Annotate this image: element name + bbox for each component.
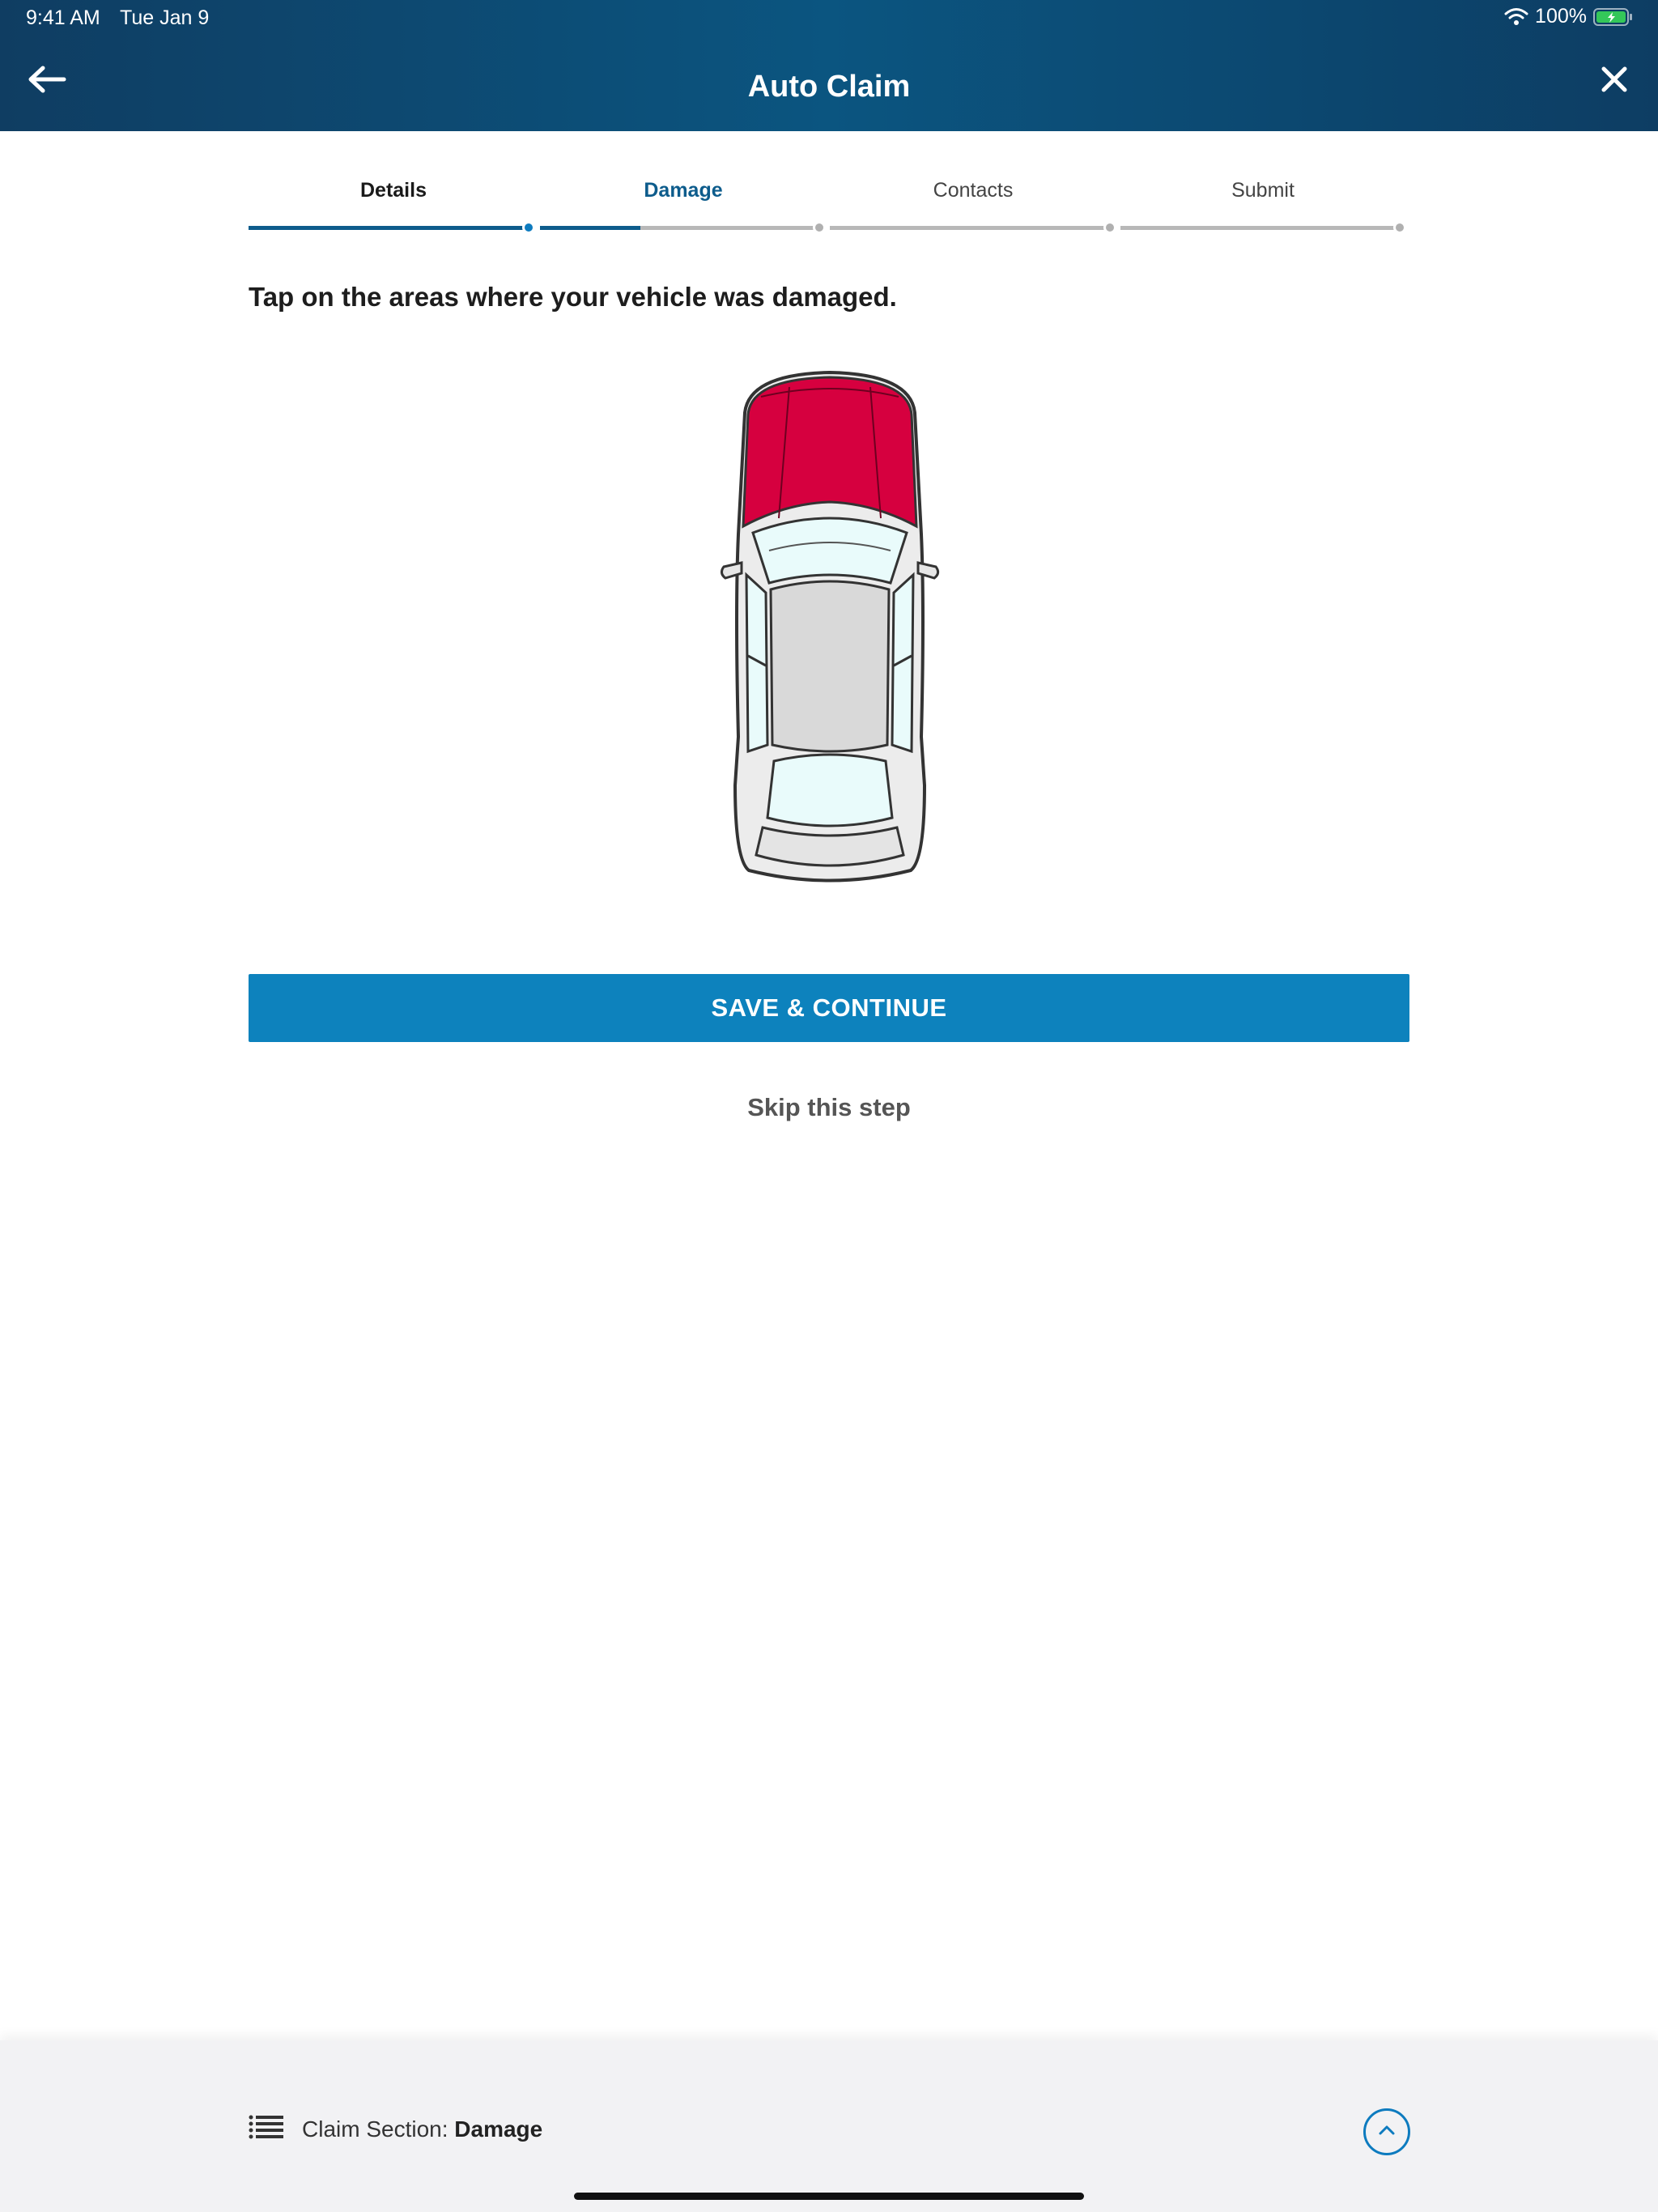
- damage-instruction: Tap on the areas where your vehicle was …: [249, 282, 897, 312]
- car-area-left-windows[interactable]: [745, 572, 769, 754]
- page-title: Auto Claim: [747, 70, 911, 104]
- step-contacts[interactable]: Contacts: [828, 179, 1118, 202]
- stepper-track-remaining: [1120, 226, 1401, 230]
- claim-section-menu[interactable]: Claim Section: Damage: [249, 2115, 542, 2143]
- stepper-dot: [813, 221, 826, 234]
- progress-stepper: Details Damage Contacts Submit: [249, 174, 1411, 239]
- step-details[interactable]: Details: [249, 179, 538, 202]
- expand-sections-button[interactable]: [1363, 2108, 1410, 2155]
- top-bar: 9:41 AM Tue Jan 9 100% Auto Claim: [0, 0, 1658, 131]
- claim-section-value: Damage: [454, 2116, 543, 2142]
- car-area-roof[interactable]: [769, 580, 891, 753]
- status-date: Tue Jan 9: [120, 6, 210, 29]
- stepper-dot: [1103, 221, 1116, 234]
- car-area-right-windows[interactable]: [891, 572, 915, 754]
- bottom-bar: Claim Section: Damage: [0, 2040, 1658, 2212]
- stepper-dot: [1393, 221, 1406, 234]
- close-button[interactable]: [1587, 53, 1642, 108]
- stepper-track-remaining: [830, 226, 1111, 230]
- stepper-track-remaining: [640, 226, 820, 230]
- battery-percent: 100%: [1535, 5, 1587, 28]
- skip-step-link[interactable]: Skip this step: [0, 1093, 1658, 1122]
- status-time: 9:41 AM: [26, 6, 100, 29]
- wifi-icon: [1504, 7, 1528, 27]
- battery-charging-icon: [1593, 7, 1634, 27]
- save-continue-button[interactable]: SAVE & CONTINUE: [249, 974, 1409, 1042]
- status-bar: 9:41 AM Tue Jan 9 100%: [0, 0, 1658, 36]
- chevron-up-icon: [1378, 2125, 1396, 2140]
- status-right: 100%: [1504, 5, 1634, 28]
- stepper-track-progress: [540, 226, 640, 230]
- stepper-track-complete: [249, 226, 529, 230]
- close-icon: [1601, 66, 1628, 97]
- app-header: Auto Claim: [0, 36, 1658, 131]
- car-damage-diagram: [712, 364, 947, 899]
- home-indicator[interactable]: [574, 2193, 1084, 2200]
- step-submit[interactable]: Submit: [1118, 179, 1408, 202]
- step-damage[interactable]: Damage: [538, 179, 828, 202]
- car-area-windshield[interactable]: [751, 517, 908, 585]
- car-area-rear-window[interactable]: [766, 753, 894, 827]
- claim-section-text: Claim Section: Damage: [302, 2116, 542, 2142]
- list-icon: [249, 2115, 284, 2143]
- stepper-dot-active: [522, 221, 535, 234]
- claim-section-label: Claim Section:: [302, 2116, 449, 2142]
